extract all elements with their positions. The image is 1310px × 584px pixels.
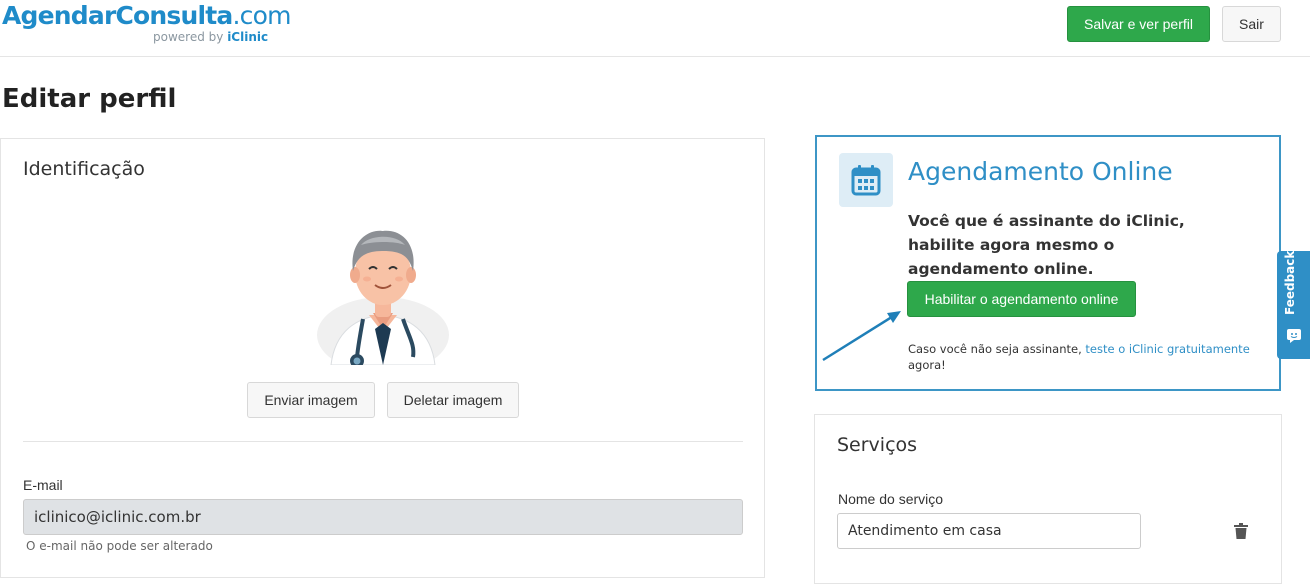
logo-powered-brand: iClinic [227, 30, 269, 44]
logo-tld: .com [232, 1, 291, 30]
email-hint: O e-mail não pode ser alterado [26, 539, 213, 553]
services-card: Serviços Nome do serviço Atendimento em … [814, 414, 1282, 584]
feedback-label: Feedback [1283, 250, 1297, 315]
free-trial-link[interactable]: teste o iClinic gratuitamente [1085, 342, 1249, 356]
upload-image-button[interactable]: Enviar imagem [247, 382, 375, 418]
section-divider [23, 441, 743, 442]
promo-small-prefix: Caso você não seja assinante, [908, 342, 1086, 356]
services-title: Serviços [837, 434, 918, 456]
email-field[interactable]: iclinico@iclinic.com.br [23, 499, 743, 535]
enable-online-scheduling-button[interactable]: Habilitar o agendamento online [907, 281, 1136, 317]
email-value: iclinico@iclinic.com.br [34, 508, 201, 526]
save-profile-button[interactable]: Salvar e ver perfil [1067, 6, 1210, 42]
doctor-avatar-icon [317, 230, 449, 365]
identification-title: Identificação [23, 158, 145, 180]
logo-wordmark: AgendarConsulta.com [2, 2, 291, 30]
page-title: Editar perfil [2, 84, 177, 114]
logo-powered-text: powered by [153, 30, 228, 44]
online-scheduling-card: Agendamento Online Você que é assinante … [815, 135, 1281, 391]
delete-image-button[interactable]: Deletar imagem [387, 382, 519, 418]
calendar-icon [851, 165, 881, 196]
identification-card: Identificação Enviar imagem Deletar imag… [0, 138, 765, 578]
email-label: E-mail [23, 477, 63, 493]
feedback-tab[interactable]: Feedback [1277, 251, 1310, 359]
promo-small-suffix: agora! [908, 358, 946, 372]
promo-title: Agendamento Online [908, 157, 1173, 186]
service-name-field[interactable]: Atendimento em casa [837, 513, 1141, 549]
service-name-value: Atendimento em casa [848, 523, 1002, 539]
trash-icon[interactable] [1234, 523, 1248, 539]
promo-small-text: Caso você não seja assinante, teste o iC… [908, 341, 1258, 373]
logout-button[interactable]: Sair [1222, 6, 1281, 42]
logo-brand: AgendarConsulta [2, 1, 233, 30]
calendar-icon-box [839, 153, 893, 207]
service-name-label: Nome do serviço [838, 491, 944, 507]
logo[interactable]: AgendarConsulta.com powered by iClinic [2, 2, 291, 45]
top-bar: AgendarConsulta.com powered by iClinic S… [0, 0, 1310, 57]
chat-icon [1287, 329, 1301, 343]
arrow-pointer-icon [822, 311, 901, 362]
promo-text: Você que é assinante do iClinic, habilit… [908, 212, 1185, 278]
logo-powered-by: powered by iClinic [153, 30, 268, 44]
